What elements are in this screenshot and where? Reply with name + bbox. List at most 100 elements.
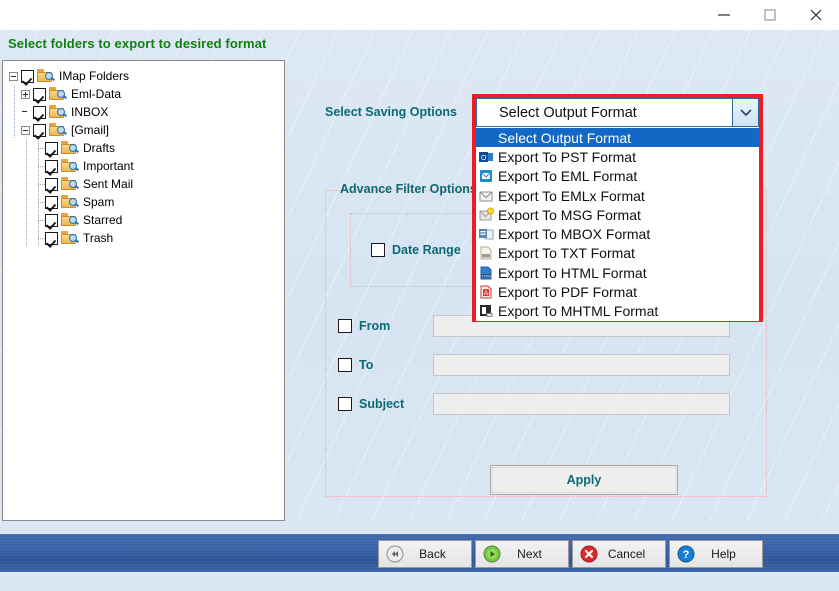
subject-row[interactable]: Subject xyxy=(338,393,730,415)
tree-node[interactable]: Spam xyxy=(9,193,284,211)
tree-guide xyxy=(21,175,33,193)
folder-icon xyxy=(61,177,79,191)
tree-node[interactable]: IMap Folders xyxy=(9,67,284,85)
cancel-icon xyxy=(580,545,598,563)
dropdown-option-label: Select Output Format xyxy=(498,130,631,146)
maximize-button[interactable] xyxy=(747,0,793,30)
to-input[interactable] xyxy=(433,354,730,376)
folder-tree-panel[interactable]: IMap FoldersEml-Data INBOX [Gmail] Drafts Im… xyxy=(2,60,285,521)
msg-icon xyxy=(478,207,494,223)
output-format-dropdown-list[interactable]: Select Output FormatOExport To PST Forma… xyxy=(476,128,759,321)
tree-guide xyxy=(21,193,33,211)
date-range-checkbox[interactable] xyxy=(371,243,385,257)
tree-collapse-toggle[interactable] xyxy=(9,72,18,81)
tree-node[interactable]: Trash xyxy=(9,229,284,247)
output-format-combobox[interactable]: Select Output Format xyxy=(476,98,759,127)
options-panel: Select Saving Options Advance Filter Opt… xyxy=(292,60,837,521)
tree-collapse-toggle[interactable] xyxy=(21,126,30,135)
tree-node-checkbox[interactable] xyxy=(45,178,58,191)
tree-node-label: Spam xyxy=(83,195,114,209)
tree-node[interactable]: Starred xyxy=(9,211,284,229)
subject-checkbox[interactable] xyxy=(338,397,352,411)
pdf-icon: A xyxy=(478,284,494,300)
eml-icon xyxy=(478,168,494,184)
tree-node-checkbox[interactable] xyxy=(45,196,58,209)
dropdown-option[interactable]: AExport To PDF Format xyxy=(476,282,759,301)
tree-node[interactable]: INBOX xyxy=(9,103,284,121)
folder-icon xyxy=(61,141,79,155)
next-button[interactable]: Next xyxy=(475,540,569,568)
tree-guide xyxy=(21,229,33,247)
help-icon: ? xyxy=(677,545,695,563)
back-button[interactable]: Back xyxy=(378,540,472,568)
dropdown-option-label: Export To EML Format xyxy=(498,168,637,184)
dropdown-option[interactable]: Export To TXT Format xyxy=(476,244,759,263)
close-button[interactable] xyxy=(793,0,839,30)
dropdown-option[interactable]: Export To MHTML Format xyxy=(476,302,759,321)
to-row[interactable]: To xyxy=(338,354,730,376)
tree-node[interactable]: [Gmail] xyxy=(9,121,284,139)
tree-node-checkbox[interactable] xyxy=(45,142,58,155)
pst-icon: O xyxy=(478,149,494,165)
subject-label: Subject xyxy=(359,397,433,411)
close-icon xyxy=(808,7,824,23)
tree-node[interactable]: Sent Mail xyxy=(9,175,284,193)
from-checkbox[interactable] xyxy=(338,319,352,333)
date-range-row[interactable]: Date Range xyxy=(371,243,461,257)
dropdown-option[interactable]: OExport To PST Format xyxy=(476,147,759,166)
dropdown-option[interactable]: Export To MBOX Format xyxy=(476,224,759,243)
tree-node-checkbox[interactable] xyxy=(33,124,46,137)
help-button[interactable]: ?Help xyxy=(669,540,763,568)
tree-node-checkbox[interactable] xyxy=(45,214,58,227)
tree-guide xyxy=(21,157,33,175)
tree-node-label: Drafts xyxy=(83,141,115,155)
svg-text:?: ? xyxy=(683,549,690,561)
apply-button[interactable]: Apply xyxy=(490,465,678,495)
tree-guide xyxy=(9,85,21,103)
next-button-label: Next xyxy=(501,547,568,561)
to-checkbox[interactable] xyxy=(338,358,352,372)
tree-node-checkbox[interactable] xyxy=(33,106,46,119)
subject-input[interactable] xyxy=(433,393,730,415)
txt-icon xyxy=(478,245,494,261)
date-range-label: Date Range xyxy=(392,243,461,257)
tree-node-label: Important xyxy=(83,159,134,173)
tree-node[interactable]: Drafts xyxy=(9,139,284,157)
cancel-button[interactable]: Cancel xyxy=(572,540,666,568)
tree-guide xyxy=(33,193,45,211)
tree-node-checkbox[interactable] xyxy=(33,88,46,101)
chevron-down-icon[interactable] xyxy=(732,99,758,126)
dropdown-option[interactable]: HTMExport To HTML Format xyxy=(476,263,759,282)
dropdown-option[interactable]: Select Output Format xyxy=(476,128,759,147)
tree-node[interactable]: Eml-Data xyxy=(9,85,284,103)
folder-icon xyxy=(61,195,79,209)
dropdown-option-label: Export To PST Format xyxy=(498,149,636,165)
dropdown-option[interactable]: Export To MSG Format xyxy=(476,205,759,224)
tree-node-label: Trash xyxy=(83,231,113,245)
output-format-highlight-box: Select Output Format Select Output Forma… xyxy=(472,94,763,322)
tree-expand-toggle[interactable] xyxy=(21,90,30,99)
tree-node[interactable]: Important xyxy=(9,157,284,175)
dropdown-option[interactable]: Export To EMLx Format xyxy=(476,186,759,205)
dropdown-option-label: Export To MBOX Format xyxy=(498,226,650,242)
emlx-icon xyxy=(478,188,494,204)
folder-icon xyxy=(61,213,79,227)
folder-icon xyxy=(61,231,79,245)
dropdown-option-label: Export To MSG Format xyxy=(498,207,641,223)
tree-node-label: INBOX xyxy=(71,105,108,119)
tree-guide xyxy=(33,175,45,193)
tree-node-checkbox[interactable] xyxy=(45,160,58,173)
tree-spacer xyxy=(21,108,30,117)
back-button-label: Back xyxy=(404,547,471,561)
tree-node-checkbox[interactable] xyxy=(21,70,34,83)
dropdown-option-label: Export To PDF Format xyxy=(498,284,637,300)
tree-guide xyxy=(9,175,21,193)
tree-guide xyxy=(9,103,21,121)
minimize-button[interactable] xyxy=(701,0,747,30)
tree-node-checkbox[interactable] xyxy=(45,232,58,245)
dropdown-option[interactable]: Export To EML Format xyxy=(476,167,759,186)
tree-guide xyxy=(9,121,21,139)
tree-guide xyxy=(9,139,21,157)
html-icon: HTM xyxy=(478,265,494,281)
to-label: To xyxy=(359,358,433,372)
